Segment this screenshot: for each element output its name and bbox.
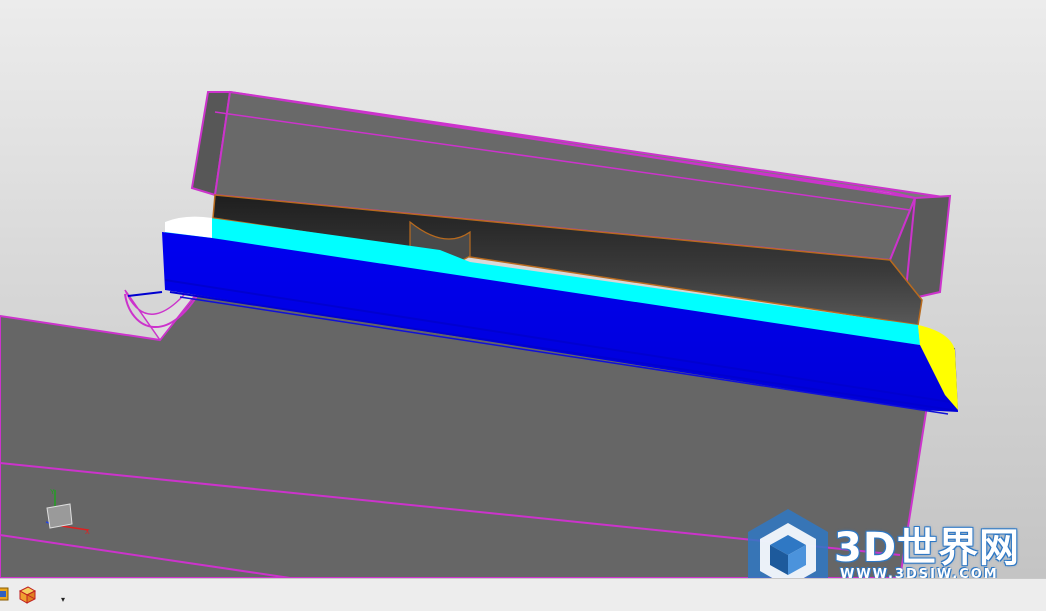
wireframe-cube-icon [18, 586, 37, 604]
blue-streak-4 [127, 291, 163, 297]
graphics-viewport[interactable]: X Y 3D世界网 WWW.3DSJW.COM [0, 0, 1046, 578]
wireframe-view-button[interactable] [16, 583, 38, 605]
watermark-title: 3D世界网 [834, 525, 1021, 571]
watermark-url: WWW.3DSJW.COM [840, 567, 999, 578]
svg-text:Y: Y [50, 489, 55, 496]
watermark-logo-icon [748, 509, 828, 578]
part-navigator-icon [0, 587, 9, 601]
svg-text:X: X [85, 529, 90, 536]
model-scene[interactable]: X Y [0, 0, 1046, 578]
view-dropdown-arrow[interactable]: ▾ [58, 593, 68, 605]
watermark: 3D世界网 WWW.3DSJW.COM [742, 505, 1042, 578]
part-navigator-button[interactable] [0, 583, 14, 605]
bottom-toolbar: ▾ [0, 578, 1046, 611]
